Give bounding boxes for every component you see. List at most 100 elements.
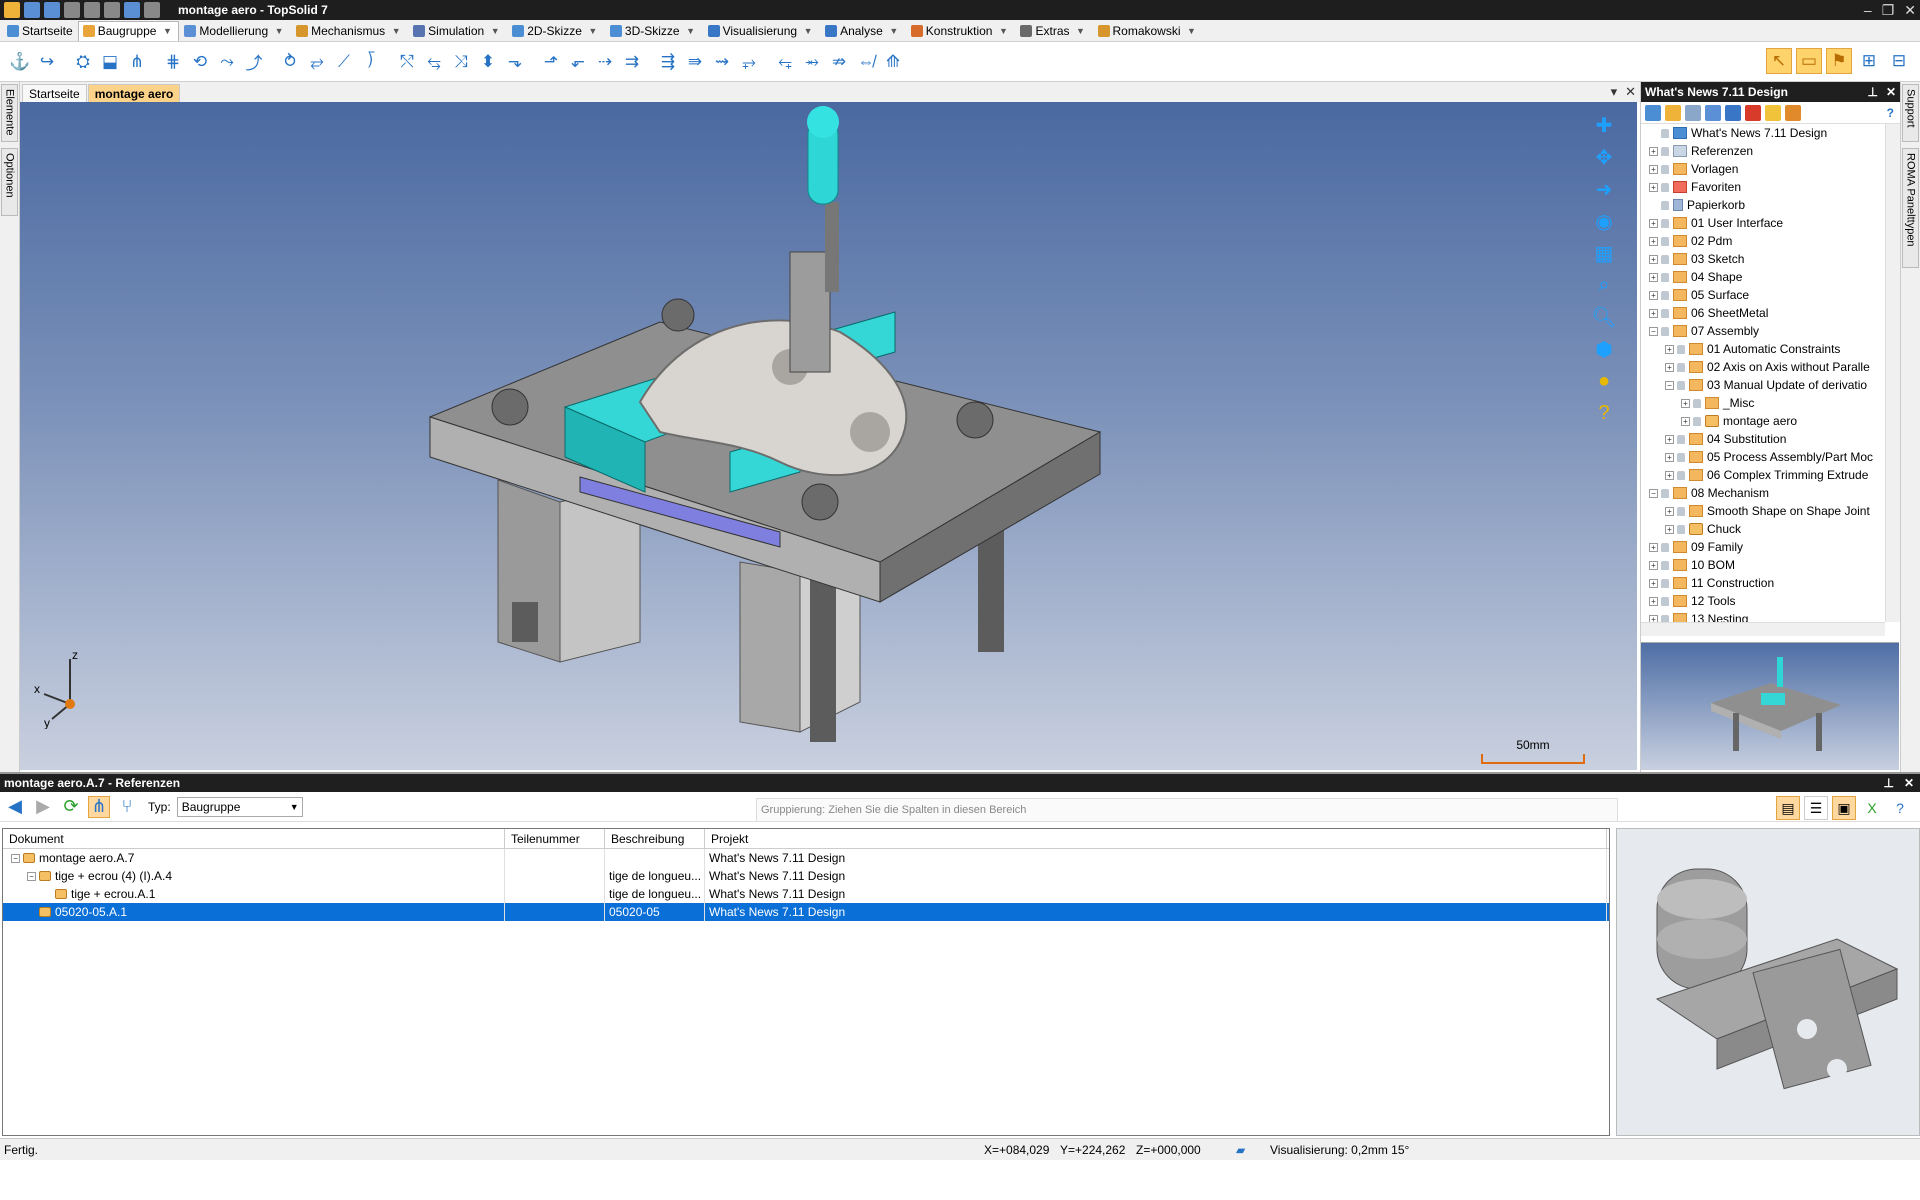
import-icon[interactable] bbox=[1685, 104, 1701, 121]
excel-export-icon[interactable]: X bbox=[1860, 796, 1884, 820]
tree-item[interactable]: +10 BOM bbox=[1641, 556, 1885, 574]
tab-support[interactable]: Support bbox=[1902, 84, 1919, 142]
expand-icon[interactable]: + bbox=[1665, 434, 1674, 444]
table-row[interactable]: − tige + ecrou (4) (I).A.4 tige de longueu… bbox=[3, 867, 1609, 885]
tree-item[interactable]: +01 Automatic Constraints bbox=[1641, 340, 1885, 358]
3d-viewport[interactable]: ✚ ✥ ➜ ◉ ▦ ⌕ 🔍︎ ⬢ ● ? z x y 50mm bbox=[20, 102, 1637, 770]
tool-icon-5[interactable]: ⋔ bbox=[125, 50, 149, 74]
tab-visualisierung[interactable]: Visualisierung ▼ bbox=[703, 21, 821, 41]
redo-icon[interactable] bbox=[104, 2, 120, 18]
expand-icon[interactable]: + bbox=[1665, 470, 1674, 480]
sync-icon[interactable] bbox=[1785, 104, 1801, 121]
app-menu-icon[interactable] bbox=[4, 2, 20, 18]
flat-view-icon[interactable]: ⑂ bbox=[116, 796, 138, 818]
tree-item[interactable]: +02 Pdm bbox=[1641, 232, 1885, 250]
tab-konstruktion[interactable]: Konstruktion ▼ bbox=[906, 21, 1016, 41]
folder-icon[interactable] bbox=[1665, 104, 1681, 121]
expand-icon[interactable]: + bbox=[1649, 146, 1658, 156]
tree-item[interactable]: + Smooth Shape on Shape Joint bbox=[1641, 502, 1885, 520]
collapse-icon[interactable]: − bbox=[27, 871, 36, 881]
tab-roma-paneltypen[interactable]: ROMA Panelttypen bbox=[1902, 148, 1919, 268]
tool-icon-22[interactable]: ⇉ bbox=[620, 50, 644, 74]
expand-icon[interactable]: + bbox=[1665, 506, 1674, 516]
tree-item[interactable]: + Chuck bbox=[1641, 520, 1885, 538]
column-teilenummer[interactable]: Teilenummer bbox=[505, 829, 605, 848]
expand-icon[interactable]: + bbox=[1649, 236, 1658, 246]
tree-item[interactable]: +02 Axis on Axis without Paralle bbox=[1641, 358, 1885, 376]
tab-list-icon[interactable]: ▾ bbox=[1611, 84, 1618, 100]
tree-vertical-scrollbar[interactable] bbox=[1885, 124, 1900, 622]
expand-icon[interactable]: + bbox=[1649, 542, 1658, 552]
expand-icon[interactable]: + bbox=[1649, 560, 1658, 570]
grouping-area[interactable]: Gruppierung: Ziehen Sie die Spalten in d… bbox=[756, 798, 1618, 822]
close-panel-icon[interactable]: ✕ bbox=[1886, 85, 1896, 99]
tool-icon-15[interactable]: ⥃ bbox=[422, 50, 446, 74]
tool-icon-30[interactable]: ⇎ bbox=[854, 50, 878, 74]
help-icon[interactable]: ? bbox=[1887, 106, 1894, 120]
expand-icon[interactable]: + bbox=[1665, 362, 1674, 372]
flag-icon[interactable] bbox=[1745, 104, 1761, 121]
tree-item[interactable]: + _Misc bbox=[1641, 394, 1885, 412]
expand-icon[interactable]: + bbox=[1665, 452, 1674, 462]
expand-icon[interactable]: + bbox=[1665, 524, 1674, 534]
tab-romakowski[interactable]: Romakowski ▼ bbox=[1093, 21, 1204, 41]
refresh-references-icon[interactable]: ⟳ bbox=[60, 796, 82, 818]
tool-icon-4[interactable]: ⬓ bbox=[98, 50, 122, 74]
tool-icon-1[interactable]: ⚓ bbox=[8, 50, 32, 74]
collapse-icon[interactable]: − bbox=[1665, 380, 1674, 390]
typ-select[interactable]: Baugruppe ▼ bbox=[176, 796, 303, 817]
chevron-down-icon[interactable]: ▼ bbox=[887, 24, 901, 38]
move-icon[interactable]: ✥ bbox=[1591, 146, 1617, 169]
tree-item[interactable]: +04 Substitution bbox=[1641, 430, 1885, 448]
save-icon[interactable] bbox=[24, 2, 40, 18]
table-row[interactable]: 05020-05.A.1 05020-05 What's News 7.11 Des… bbox=[3, 903, 1609, 921]
expand-icon[interactable]: + bbox=[1649, 308, 1658, 318]
tab-elemente[interactable]: Elemente bbox=[1, 84, 18, 142]
tool-icon-20[interactable]: ⬐ bbox=[566, 50, 590, 74]
close-document-icon[interactable]: ✕ bbox=[1625, 84, 1636, 100]
column-projekt[interactable]: Projekt bbox=[705, 829, 1607, 848]
tab-modellierung[interactable]: Modellierung ▼ bbox=[179, 21, 291, 41]
tree-item[interactable]: +12 Tools bbox=[1641, 592, 1885, 610]
selection-tool-icon[interactable]: ↖ bbox=[1766, 48, 1792, 74]
refresh-icon[interactable] bbox=[144, 2, 160, 18]
tool-icon-13[interactable]: ⟌ bbox=[359, 50, 383, 74]
tab-baugruppe[interactable]: Baugruppe ▼ bbox=[77, 20, 180, 41]
tool-icon-18[interactable]: ⬎ bbox=[503, 50, 527, 74]
tool-icon-16[interactable]: ⤨ bbox=[449, 50, 473, 74]
columns-icon[interactable]: ▤ bbox=[1776, 796, 1800, 820]
tool-icon-12[interactable]: ⟋ bbox=[332, 50, 356, 74]
save-all-icon[interactable] bbox=[44, 2, 60, 18]
tab-startseite[interactable]: Startseite bbox=[22, 84, 87, 102]
tab-extras[interactable]: Extras ▼ bbox=[1015, 21, 1092, 41]
tree-item[interactable]: +06 SheetMetal bbox=[1641, 304, 1885, 322]
close-icon[interactable]: ✕ bbox=[1904, 2, 1916, 19]
back-arrow-icon[interactable]: ◀ bbox=[4, 796, 26, 818]
expand-icon[interactable]: + bbox=[1649, 218, 1658, 228]
chevron-down-icon[interactable]: ▼ bbox=[389, 24, 403, 38]
tool-icon-7[interactable]: ⟲ bbox=[188, 50, 212, 74]
expand-icon[interactable]: + bbox=[1649, 272, 1658, 282]
column-beschreibung[interactable]: Beschreibung bbox=[605, 829, 705, 848]
help-references-icon[interactable]: ? bbox=[1888, 796, 1912, 820]
expand-icon[interactable]: + bbox=[1649, 254, 1658, 264]
tree-item[interactable]: +11 Construction bbox=[1641, 574, 1885, 592]
table-row[interactable]: tige + ecrou.A.1 tige de longueu... What's… bbox=[3, 885, 1609, 903]
expand-icon[interactable]: + bbox=[1649, 182, 1658, 192]
tool-icon-25[interactable]: ⇝ bbox=[710, 50, 734, 74]
zoom-icon[interactable]: 🔍︎ bbox=[1591, 306, 1617, 329]
minimize-icon[interactable]: ‒ bbox=[1864, 2, 1872, 18]
expand-icon[interactable]: + bbox=[1649, 164, 1658, 174]
tab-3d-skizze[interactable]: 3D-Skizze ▼ bbox=[605, 21, 703, 41]
tree-view-icon[interactable]: ⋔ bbox=[88, 795, 110, 818]
column-dokument[interactable]: Dokument bbox=[3, 829, 505, 848]
chevron-down-icon[interactable]: ▼ bbox=[272, 24, 286, 38]
chevron-down-icon[interactable]: ▼ bbox=[1074, 24, 1088, 38]
tree-item[interactable]: + Favoriten bbox=[1641, 178, 1885, 196]
tree-item[interactable]: What's News 7.11 Design bbox=[1641, 124, 1885, 142]
tree-item[interactable]: − 03 Manual Update of derivatio bbox=[1641, 376, 1885, 394]
view-layout-icon[interactable]: ▦ bbox=[1591, 242, 1617, 265]
tool-icon-2[interactable]: ↪ bbox=[35, 50, 59, 74]
chevron-down-icon[interactable]: ▼ bbox=[488, 24, 502, 38]
tool-icon-14[interactable]: ⤲ bbox=[395, 50, 419, 74]
